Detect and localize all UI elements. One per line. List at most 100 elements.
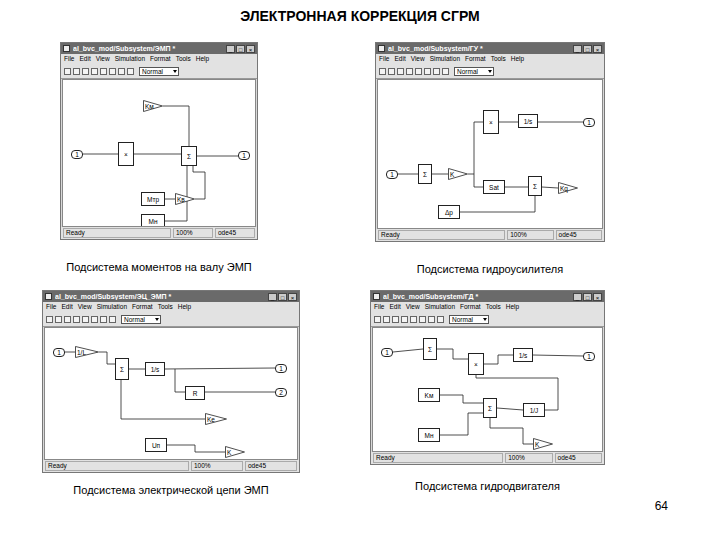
menu-item[interactable]: Tools xyxy=(158,303,173,311)
toolbar-button-icon[interactable] xyxy=(374,316,381,323)
model-canvas[interactable]: 1Σ×1/s1KмΣ1/JМнK xyxy=(372,327,603,452)
window-control-button[interactable]: × xyxy=(593,293,602,301)
model-block[interactable]: Uп xyxy=(145,438,167,452)
signal-line[interactable] xyxy=(460,196,535,212)
model-block[interactable]: 1 xyxy=(71,150,83,159)
model-canvas[interactable]: 11/LΣ1/s12RKeUпK xyxy=(44,327,298,460)
menu-item[interactable]: Help xyxy=(196,55,209,63)
model-block[interactable]: Kв xyxy=(175,193,195,205)
toolbar-button-icon[interactable] xyxy=(73,316,80,323)
menu-item[interactable]: Edit xyxy=(79,55,90,63)
signal-line[interactable] xyxy=(432,174,448,175)
model-block[interactable]: 1/s xyxy=(513,348,533,362)
signal-line[interactable] xyxy=(193,166,205,199)
model-block[interactable]: × xyxy=(483,110,499,134)
menu-item[interactable]: Help xyxy=(178,303,191,311)
simulation-mode-select[interactable]: Normal xyxy=(454,67,494,76)
toolbar-button-icon[interactable] xyxy=(379,68,386,75)
model-block[interactable]: Мн xyxy=(141,214,165,227)
toolbar-button-icon[interactable] xyxy=(73,68,80,75)
toolbar-button-icon[interactable] xyxy=(419,316,426,323)
menu-item[interactable]: Help xyxy=(511,55,524,63)
model-block[interactable]: Σ xyxy=(423,338,437,360)
toolbar-button-icon[interactable] xyxy=(401,316,408,323)
toolbar-button-icon[interactable] xyxy=(118,68,125,75)
menu-item[interactable]: Tools xyxy=(491,55,506,63)
menu-item[interactable]: Format xyxy=(132,303,153,311)
model-block[interactable]: × xyxy=(118,142,134,166)
toolbar-button-icon[interactable] xyxy=(109,316,116,323)
menu-item[interactable]: Edit xyxy=(61,303,72,311)
toolbar-button-icon[interactable] xyxy=(91,316,98,323)
window-control-button[interactable]: × xyxy=(593,45,602,53)
signal-line[interactable] xyxy=(163,106,189,146)
model-block[interactable]: × xyxy=(468,353,484,375)
simulation-mode-select[interactable]: Normal xyxy=(139,67,179,76)
toolbar-button-icon[interactable] xyxy=(55,316,62,323)
model-canvas[interactable]: 1 × Kм Σ 1 Мтр Kв Мн xyxy=(62,79,256,227)
model-block[interactable]: Σ xyxy=(181,146,197,166)
signal-line[interactable] xyxy=(505,187,528,188)
signal-line[interactable] xyxy=(393,349,423,352)
toolbar-button-icon[interactable] xyxy=(392,316,399,323)
model-block[interactable]: Kм xyxy=(143,100,163,112)
menu-item[interactable]: Format xyxy=(465,55,486,63)
model-block[interactable]: Kq xyxy=(558,182,578,194)
signal-line[interactable] xyxy=(538,122,583,123)
signal-line[interactable] xyxy=(533,355,583,356)
menu-item[interactable]: File xyxy=(374,303,384,311)
model-block[interactable]: R xyxy=(185,386,205,400)
menu-item[interactable]: File xyxy=(379,55,389,63)
signal-line[interactable] xyxy=(440,413,483,435)
signal-line[interactable] xyxy=(121,380,205,419)
model-block[interactable]: 1/s xyxy=(518,114,538,128)
window-control-button[interactable]: × xyxy=(288,293,297,301)
toolbar-button-icon[interactable] xyxy=(442,68,449,75)
toolbar-button-icon[interactable] xyxy=(415,68,422,75)
model-block[interactable]: 2 xyxy=(275,388,287,397)
window-control-button[interactable]: □ xyxy=(583,293,592,301)
window-control-button[interactable]: _ xyxy=(268,293,277,301)
model-block[interactable]: Σ xyxy=(115,358,129,380)
signal-line[interactable] xyxy=(497,408,523,410)
toolbar-button-icon[interactable] xyxy=(406,68,413,75)
signal-line[interactable] xyxy=(499,122,518,123)
menu-item[interactable]: Tools xyxy=(176,55,191,63)
menu-item[interactable]: Edit xyxy=(389,303,400,311)
menu-item[interactable]: Format xyxy=(150,55,171,63)
toolbar-button-icon[interactable] xyxy=(82,316,89,323)
menu-item[interactable]: Simulation xyxy=(115,55,145,63)
toolbar-button-icon[interactable] xyxy=(428,316,435,323)
signal-line[interactable] xyxy=(542,187,558,188)
menu-item[interactable]: View xyxy=(78,303,92,311)
signal-line[interactable] xyxy=(165,199,175,200)
model-block[interactable]: 1 xyxy=(275,364,287,373)
toolbar-button-icon[interactable] xyxy=(397,68,404,75)
signal-line[interactable] xyxy=(484,355,513,364)
toolbar-button-icon[interactable] xyxy=(82,68,89,75)
menu-item[interactable]: View xyxy=(406,303,420,311)
signal-line[interactable] xyxy=(437,349,468,359)
model-block[interactable]: Σ xyxy=(418,164,432,184)
toolbar-button-icon[interactable] xyxy=(410,316,417,323)
toolbar-button-icon[interactable] xyxy=(388,68,395,75)
model-block[interactable]: 1 xyxy=(238,151,250,160)
model-block[interactable]: Мн xyxy=(418,428,440,442)
signal-line[interactable] xyxy=(398,174,418,175)
menu-item[interactable]: View xyxy=(411,55,425,63)
menu-item[interactable]: Simulation xyxy=(430,55,460,63)
toolbar-button-icon[interactable] xyxy=(100,68,107,75)
toolbar-button-icon[interactable] xyxy=(437,316,444,323)
model-block[interactable]: 1 xyxy=(583,352,595,361)
model-block[interactable]: 1 xyxy=(53,348,65,357)
model-block[interactable]: Σ xyxy=(483,398,497,418)
window-control-button[interactable]: _ xyxy=(226,45,235,53)
toolbar-button-icon[interactable] xyxy=(127,68,134,75)
model-block[interactable]: Sat xyxy=(483,180,505,194)
model-block[interactable]: Мтр xyxy=(141,192,165,206)
model-block[interactable]: Ke xyxy=(205,413,227,425)
toolbar-button-icon[interactable] xyxy=(64,68,71,75)
toolbar-button-icon[interactable] xyxy=(433,68,440,75)
model-block[interactable]: Δp xyxy=(438,205,460,219)
menu-item[interactable]: Simulation xyxy=(97,303,127,311)
